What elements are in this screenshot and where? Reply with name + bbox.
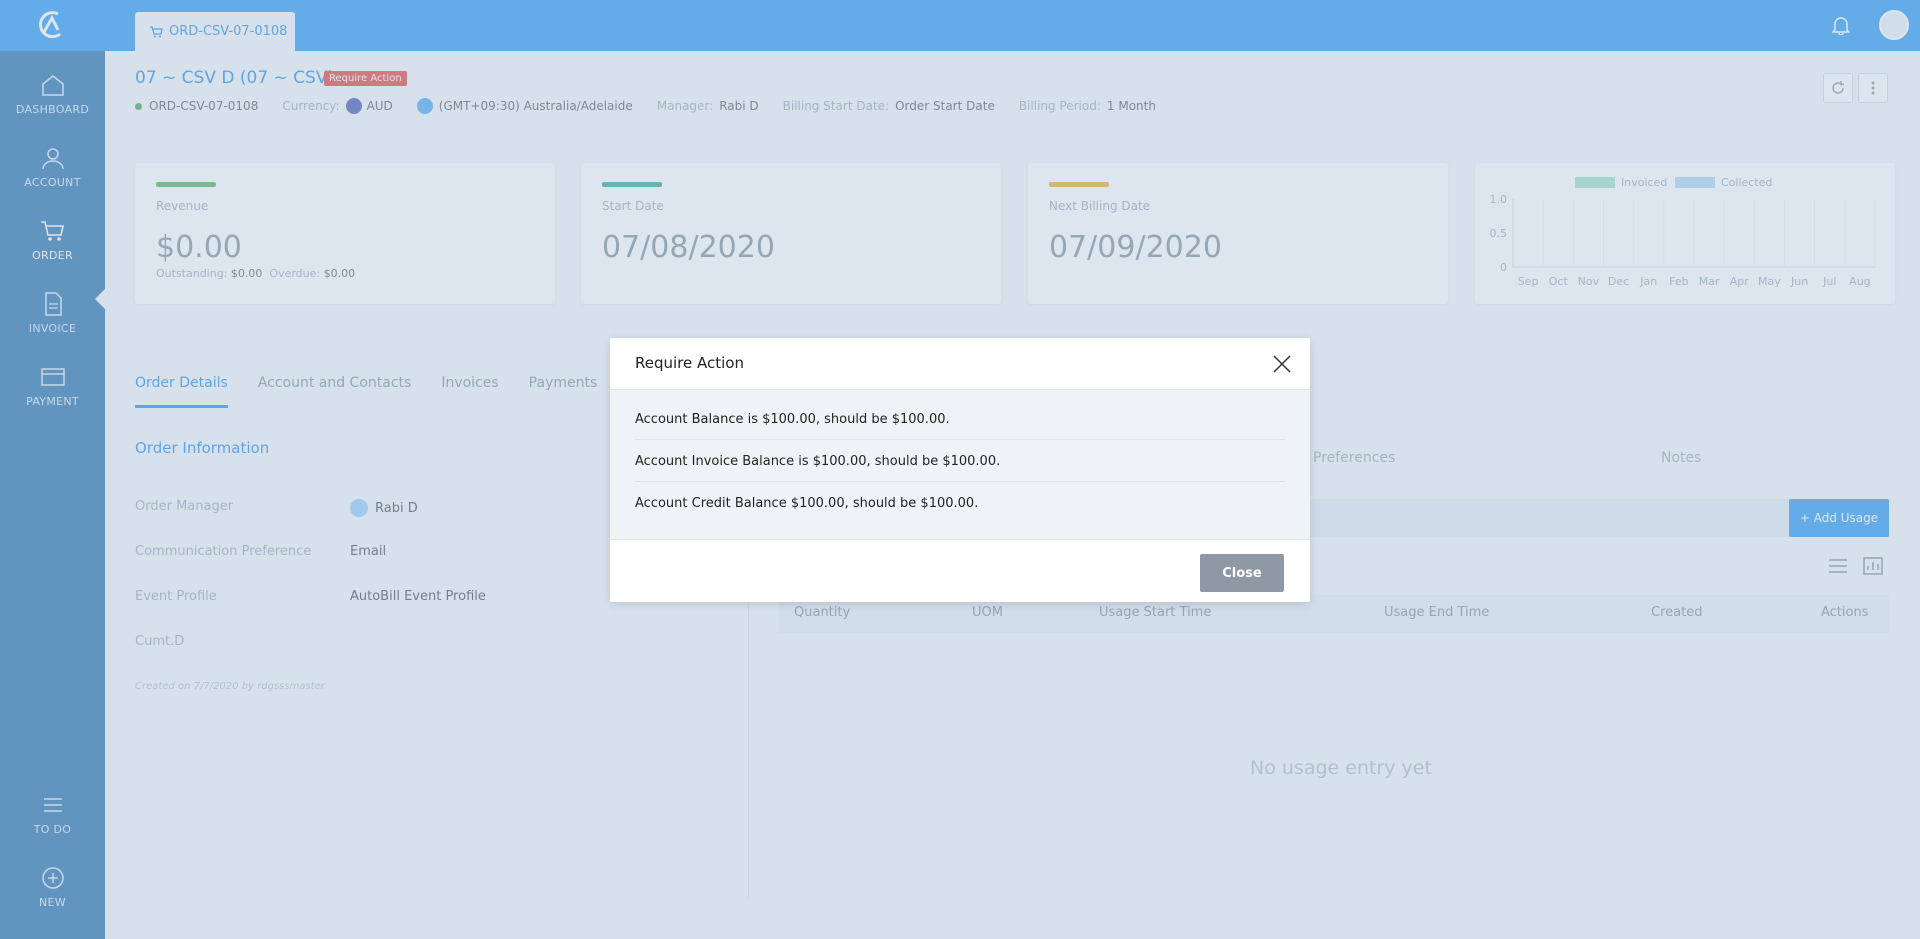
action-message: Account Balance is $100.00, should be $1… [635, 412, 1285, 440]
modal-footer: Close [610, 539, 1310, 602]
modal-header: Require Action [610, 338, 1310, 390]
close-icon[interactable] [1273, 355, 1291, 373]
action-message: Account Invoice Balance is $100.00, shou… [635, 454, 1285, 482]
modal-body: Account Balance is $100.00, should be $1… [610, 390, 1310, 539]
require-action-modal: Require Action Account Balance is $100.0… [610, 338, 1310, 602]
modal-title: Require Action [635, 354, 744, 372]
action-message: Account Credit Balance $100.00, should b… [635, 496, 979, 511]
close-button[interactable]: Close [1200, 554, 1284, 592]
